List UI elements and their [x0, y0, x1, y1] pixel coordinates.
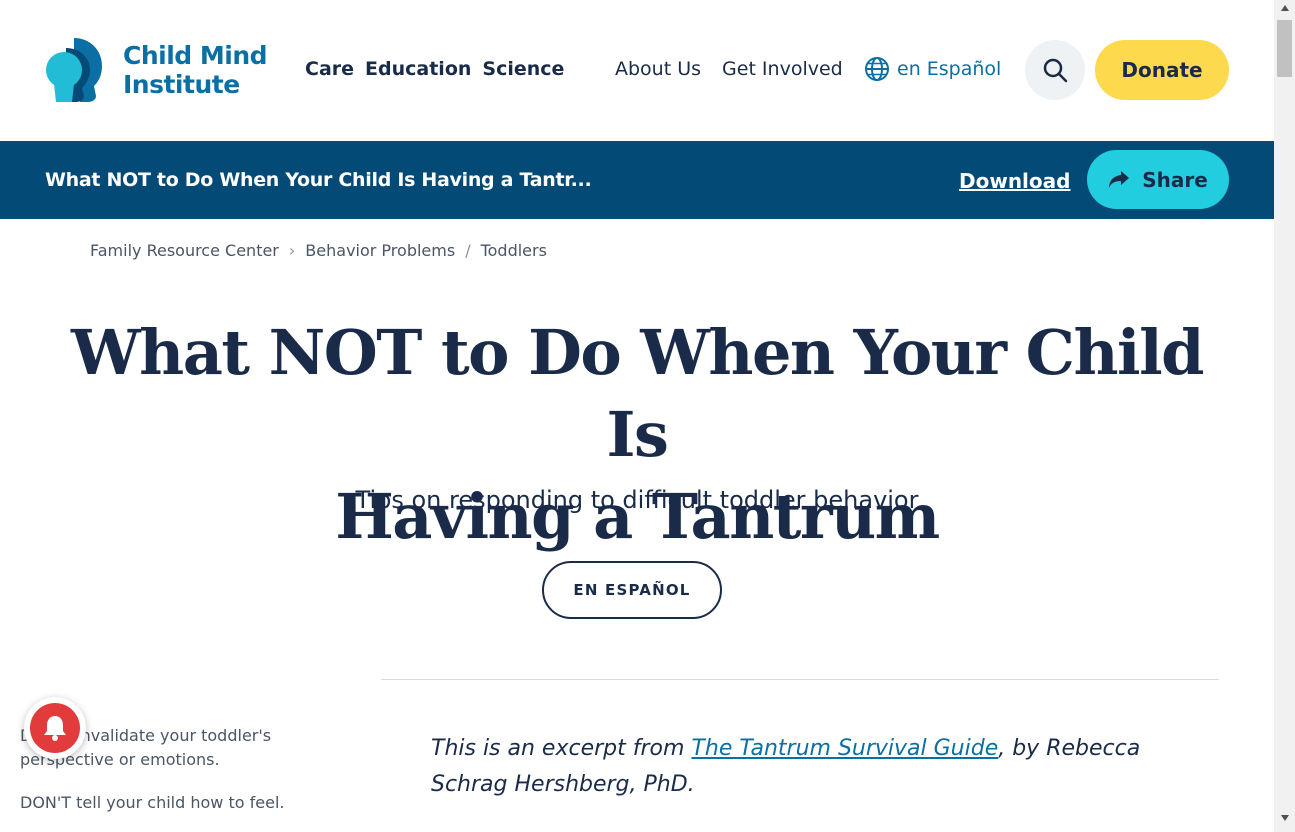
en-espanol-button[interactable]: EN ESPAÑOL [542, 561, 722, 619]
share-button-label: Share [1142, 167, 1208, 192]
scroll-up-arrow-icon[interactable] [1274, 4, 1295, 18]
page-title-line1: What NOT to Do When Your Child Is [70, 316, 1205, 471]
nav-education[interactable]: Education [365, 58, 471, 80]
primary-nav: Care Education Science [305, 58, 564, 80]
content-divider [381, 679, 1219, 680]
excerpt-prefix: This is an excerpt from [431, 736, 692, 761]
breadcrumb-family-resource-center[interactable]: Family Resource Center [90, 241, 279, 260]
page-title: What NOT to Do When Your Child Is Having… [60, 312, 1214, 558]
tantrum-survival-guide-link[interactable]: The Tantrum Survival Guide [691, 736, 998, 761]
download-link[interactable]: Download [959, 169, 1070, 193]
nav-about-us[interactable]: About Us [615, 58, 701, 80]
site-header: Child Mind Institute Care Education Scie… [0, 0, 1274, 141]
donate-button[interactable]: Donate [1095, 40, 1229, 100]
article-excerpt: This is an excerpt from The Tantrum Surv… [431, 731, 1151, 803]
nav-get-involved[interactable]: Get Involved [722, 58, 843, 80]
breadcrumb-behavior-problems[interactable]: Behavior Problems [305, 241, 455, 260]
breadcrumb-slash-separator: / [465, 241, 471, 260]
share-button[interactable]: Share [1087, 150, 1229, 209]
scrollbar-thumb[interactable] [1277, 20, 1292, 77]
child-mind-logo-icon [46, 38, 102, 102]
breadcrumb-toddlers[interactable]: Toddlers [481, 241, 547, 260]
site-logo[interactable]: Child Mind Institute [44, 36, 268, 104]
search-button[interactable] [1025, 40, 1085, 100]
page-subtitle: Tips on responding to difficult toddler … [355, 486, 919, 514]
notification-bell-button[interactable] [24, 697, 86, 759]
page-scrollbar[interactable] [1274, 0, 1295, 832]
logo-line1: Child Mind [123, 41, 268, 70]
globe-icon [865, 57, 889, 81]
share-arrow-icon [1109, 170, 1130, 188]
article-sticky-bar: What NOT to Do When Your Child Is Having… [0, 141, 1274, 219]
language-link[interactable]: en Español [864, 56, 1001, 82]
search-icon [1043, 58, 1068, 83]
logo-text: Child Mind Institute [123, 41, 268, 99]
scroll-down-arrow-icon[interactable] [1274, 814, 1295, 828]
chevron-right-icon: › [288, 241, 296, 260]
language-link-label: en Español [897, 58, 1002, 80]
logo-line2: Institute [123, 70, 240, 99]
secondary-nav: About Us Get Involved [615, 58, 843, 80]
nav-care[interactable]: Care [305, 58, 354, 80]
side-tip-item: DON'T tell your child how to feel. [20, 793, 285, 812]
bell-icon [44, 716, 66, 741]
sticky-article-title: What NOT to Do When Your Child Is Having… [45, 169, 592, 191]
breadcrumb: Family Resource Center › Behavior Proble… [90, 241, 547, 260]
nav-science[interactable]: Science [482, 58, 564, 80]
notification-bell-badge [30, 703, 80, 753]
